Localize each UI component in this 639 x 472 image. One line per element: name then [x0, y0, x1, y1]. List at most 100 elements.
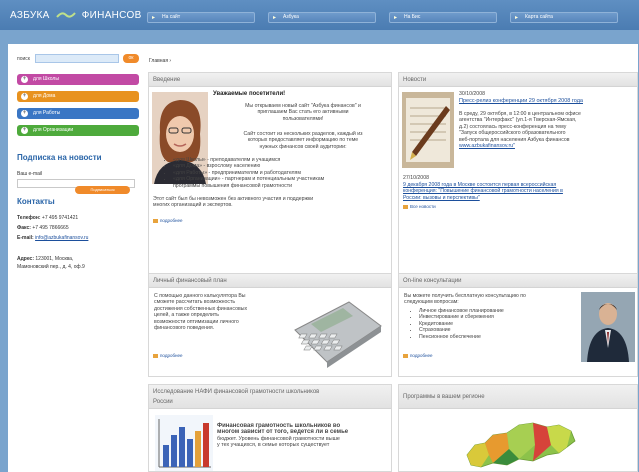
nav-label: Карта сайта: [525, 14, 553, 20]
text-line: России: вызовы и перспективы": [403, 194, 480, 201]
contacts-title: Контакты: [17, 197, 55, 206]
bullet-text: «для Работы» - предпринимателям и работо…: [173, 169, 301, 176]
bullet-text: Страхование: [419, 327, 451, 334]
email-label: Ваш e-mail: [17, 171, 43, 177]
search-input[interactable]: [35, 54, 119, 63]
intro-more-link[interactable]: подробнее: [153, 218, 183, 223]
calc-text: С помощью данного калькулятора Вы сможет…: [154, 293, 304, 331]
arrow-icon: ▸: [152, 15, 156, 21]
news-link-2[interactable]: 9 декабря 2008 года в Москве состоится п…: [403, 182, 635, 201]
search-label: поиск: [17, 56, 30, 62]
russia-map-illustration[interactable]: [463, 415, 579, 471]
bullet-text: «для Дома» - взрослому населению: [173, 163, 261, 170]
text-line: следующим вопросам:: [404, 299, 459, 306]
site-logo[interactable]: АЗБУКА ФИНАНСОВ: [10, 10, 142, 21]
page-content: поиск ок + для Школы + для Дома + для Работ…: [8, 44, 638, 472]
menu-label: для Школы: [33, 76, 59, 82]
phone-label: Телефон:: [17, 215, 41, 221]
contact-address: Адрес: 123001, Москва,: [17, 256, 73, 262]
news-link-1[interactable]: Пресс-релиз конференции 29 октября 2008 …: [459, 98, 583, 104]
bullet-text: Личное финансовое планирование: [419, 308, 504, 314]
nav-button-azbuka[interactable]: ▸ Азбука: [268, 12, 376, 23]
plus-icon: +: [21, 110, 28, 117]
panel-title: Исследование НАФИ финансовой грамотности…: [149, 385, 391, 409]
nav-label: На Бис: [404, 14, 421, 20]
research-panel: Исследование НАФИ финансовой грамотности…: [148, 384, 392, 472]
bullet-text: «для Школы» - преподавателям и учащимся: [173, 157, 281, 163]
address-line: 123001, Москва,: [35, 256, 74, 262]
address-line-2: Мамоновский пер., д. 4, оф.9: [17, 264, 85, 270]
sidebar: поиск ок + для Школы + для Дома + для Работ…: [8, 44, 140, 472]
search-button[interactable]: ок: [123, 54, 139, 63]
nav-label: На сайт: [162, 14, 181, 20]
subscribe-button[interactable]: Подписаться: [75, 186, 130, 194]
panel-title: Введение: [149, 73, 391, 87]
bar-chart-illustration: [155, 415, 213, 471]
arrow-icon: ▸: [515, 15, 519, 21]
logo-text-left: АЗБУКА: [10, 10, 50, 21]
bullet-pension: Пенсионное обеспечение: [419, 334, 571, 340]
fax-label: Факс:: [17, 225, 31, 231]
businessman-photo: [581, 292, 635, 362]
contact-email: E-mail: info@azbukafinansov.ru: [17, 235, 88, 241]
bullet-text: «для Организации» - партнерам и потенциа…: [173, 176, 325, 183]
panel-title: Личный финансовый план: [149, 274, 391, 288]
text-line: многих организаций и экспертов.: [153, 202, 233, 209]
consult-more-link[interactable]: подробнее: [403, 353, 433, 358]
text-line: у тех учащихся, в семье которых существу…: [217, 442, 330, 449]
email-text-label: E-mail:: [17, 235, 34, 241]
intro-p3: Этот сайт был бы невозможен без активног…: [153, 196, 388, 209]
intro-p1: Мы открываем новый сайт "Азбука финансов…: [218, 103, 388, 122]
text-line[interactable]: www.azbukafinansov.ru": [459, 143, 637, 149]
arrow-icon: ▸: [394, 15, 398, 21]
consult-text: Вы можете получить бесплатную консультац…: [404, 293, 579, 306]
menu-label: для Организации: [33, 127, 74, 133]
menu-home[interactable]: + для Дома: [17, 91, 139, 102]
panel-title: Новости: [399, 73, 637, 87]
intro-heading: Уважаемые посетители!: [213, 91, 286, 97]
menu-label: для Дома: [33, 93, 56, 99]
fax-value: +7 495 7866665: [32, 225, 69, 231]
text-line: нужных финансов своей аудитории:: [259, 143, 347, 150]
bullet-continuation: программы повышения финансовой грамотнос…: [173, 182, 293, 189]
nav-button-sitemap[interactable]: ▸ Карта сайта: [510, 12, 618, 23]
panel-title: On-line консультации: [399, 274, 637, 288]
menu-organization[interactable]: + для Организации: [17, 125, 139, 136]
plus-icon: +: [21, 93, 28, 100]
text-line: пользователями!: [282, 115, 324, 122]
arrow-icon: ▸: [273, 15, 277, 21]
bullet-text: Пенсионное обеспечение: [419, 333, 481, 340]
text-line: финансового поведения.: [154, 325, 215, 332]
menu-work[interactable]: + для Работы: [17, 108, 139, 119]
nav-label: Азбука: [283, 14, 299, 20]
subscribe-title: Подписка на новости: [17, 153, 102, 162]
breadcrumb: Главная ›: [149, 58, 172, 64]
pen-document-photo: [402, 92, 454, 168]
regions-panel: Программы в вашем регионе: [398, 384, 638, 472]
news-text-1: В среду, 29 октября, в 12:00 в центральн…: [459, 111, 637, 149]
calc-more-link[interactable]: подробнее: [153, 353, 183, 358]
plus-icon: +: [21, 127, 28, 134]
email-link[interactable]: info@azbukafinansov.ru: [35, 235, 88, 241]
nav-button-site[interactable]: ▸ На сайт: [147, 12, 255, 23]
panel-title: Программы в вашем регионе: [399, 385, 637, 409]
contact-phone: Телефон: +7 495 9741421: [17, 215, 78, 221]
address-label: Адрес:: [17, 256, 34, 262]
bullet-text: Кредитование: [419, 320, 454, 327]
news-date-2: 27/10/2008: [403, 175, 429, 181]
title-line: Исследование НАФИ финансовой грамотности…: [153, 389, 320, 395]
research-text: Финансовая грамотность школьников во мно…: [217, 423, 389, 449]
nav-button-bis[interactable]: ▸ На Бис: [389, 12, 497, 23]
news-date-1: 30/10/2008: [459, 91, 485, 97]
logo-wave-icon: [55, 12, 76, 19]
plus-icon: +: [21, 76, 28, 83]
site-header: АЗБУКА ФИНАНСОВ ▸ На сайт ▸ Азбука ▸ На Бис…: [0, 0, 639, 30]
breadcrumb-home[interactable]: Главная: [149, 58, 168, 64]
phone-value: +7 495 9741421: [41, 215, 79, 221]
menu-school[interactable]: + для Школы: [17, 74, 139, 85]
title-line: России: [153, 399, 173, 405]
calculator-photo: [294, 301, 382, 368]
all-news-link[interactable]: Все новости: [403, 204, 436, 209]
consult-bullets: Личное финансовое планирование Инвестиро…: [411, 308, 571, 340]
consult-panel: On-line консультации Вы можете получить …: [398, 273, 638, 377]
